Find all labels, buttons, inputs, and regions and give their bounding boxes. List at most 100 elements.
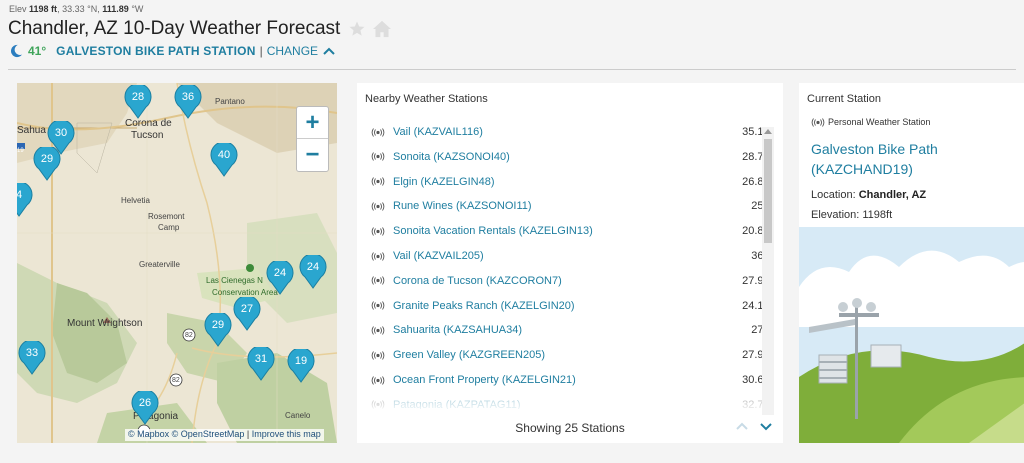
map-shield-19: 19 — [17, 148, 24, 154]
marker-temperature: 33 — [25, 347, 39, 359]
station-name-link[interactable]: Green Valley (KAZGREEN205) — [393, 349, 731, 361]
map-label-tucson: Tucson — [131, 130, 164, 141]
station-marker[interactable]: 4 — [17, 181, 33, 217]
station-name-link[interactable]: Vail (KAZVAIL205) — [393, 250, 731, 262]
station-marker[interactable]: 26 — [131, 389, 159, 425]
marker-temperature: 24 — [273, 267, 287, 279]
scroll-up-arrow[interactable] — [764, 129, 772, 134]
station-name-link[interactable]: Vail (KAZVAIL116) — [393, 126, 731, 138]
list-fade — [357, 393, 775, 413]
station-marker[interactable]: 24 — [266, 259, 294, 295]
page-header: Elev 1198 ft, 33.33 °N, 111.89 °W Chandl… — [0, 0, 1024, 72]
station-name-link[interactable]: Ocean Front Property (KAZELGIN21) — [393, 374, 731, 386]
station-marker[interactable]: 27 — [233, 295, 261, 331]
elevation-value: 1198 ft — [29, 4, 58, 14]
scroll-thumb[interactable] — [764, 139, 772, 243]
signal-icon — [371, 251, 385, 261]
current-station-link[interactable]: Galveston Bike Path (KAZCHAND19) — [811, 139, 991, 179]
zoom-in-button[interactable]: + — [297, 107, 328, 139]
station-name-link[interactable]: Sonoita (KAZSONOI40) — [393, 151, 731, 163]
station-row[interactable]: Granite Peaks Ranch (KAZELGIN20) 24.1 ° — [371, 295, 771, 317]
signal-icon — [371, 127, 385, 137]
station-name-link[interactable]: Sonoita Vacation Rentals (KAZELGIN13) — [393, 225, 731, 237]
station-name-link[interactable]: Rune Wines (KAZSONOI11) — [393, 200, 731, 212]
osm-link[interactable]: © OpenStreetMap — [172, 429, 245, 439]
elevation-label: Elev — [9, 4, 27, 14]
marker-temperature: 4 — [17, 189, 23, 201]
nearby-stations-panel: Nearby Weather Stations Vail (KAZVAIL116… — [357, 83, 783, 443]
elevation-value-panel: 1198ft — [862, 209, 893, 221]
station-marker[interactable]: 31 — [247, 345, 275, 381]
signal-icon — [371, 326, 385, 335]
zoom-out-button[interactable]: − — [297, 139, 328, 171]
map-label-greaterville: Greaterville — [139, 260, 180, 269]
map-label-pantano: Pantano — [215, 97, 245, 106]
improve-map-link[interactable]: Improve this map — [252, 429, 321, 439]
station-list-scrollbar[interactable] — [762, 127, 774, 415]
station-marker[interactable]: 19 — [287, 347, 315, 383]
page-title: Chandler, AZ 10-Day Weather Forecast — [8, 18, 341, 39]
elevation-label-panel: Elevation: — [811, 209, 860, 221]
marker-temperature: 29 — [40, 153, 54, 165]
chevron-up-icon[interactable] — [323, 47, 335, 55]
signal-icon — [371, 177, 385, 186]
mapbox-link[interactable]: © Mapbox — [128, 429, 169, 439]
separator: | — [259, 44, 263, 58]
star-icon[interactable] — [348, 20, 366, 38]
title-row: Chandler, AZ 10-Day Weather Forecast — [8, 18, 392, 40]
map-label-canelo: Canelo — [285, 411, 311, 420]
marker-temperature: 28 — [131, 91, 145, 103]
map-label-corona: Corona de — [125, 118, 172, 129]
home-icon[interactable] — [372, 20, 392, 38]
station-row[interactable]: Corona de Tucson (KAZCORON7) 27.9 ° — [371, 270, 771, 292]
marker-temperature: 30 — [54, 127, 68, 139]
station-marker[interactable]: 28 — [124, 83, 152, 119]
map-label-sahua: Sahua — [17, 125, 46, 136]
station-row[interactable]: Green Valley (KAZGREEN205) 27.9 ° — [371, 344, 771, 366]
station-name-link[interactable]: Granite Peaks Ranch (KAZELGIN20) — [393, 300, 731, 312]
longitude-value: 111.89 — [102, 4, 129, 14]
map-label-camp: Camp — [158, 223, 180, 232]
latitude-value: 33.33 — [62, 4, 85, 14]
marker-temperature: 26 — [138, 397, 152, 409]
station-row[interactable]: Vail (KAZVAIL116) 35.1 ° — [371, 121, 771, 143]
station-list[interactable]: Vail (KAZVAIL116) 35.1 ° Sonoita (KAZSONOI… — [357, 121, 775, 409]
station-row[interactable]: Elgin (KAZELGIN48) 26.8 ° — [371, 171, 771, 193]
map-label-mount-wrightson: Mount Wrightson — [67, 318, 143, 329]
signal-icon — [371, 375, 385, 385]
current-station-name: GALVESTON BIKE PATH STATION — [56, 44, 256, 58]
current-temperature: 41° — [28, 44, 47, 58]
station-name-link[interactable]: Corona de Tucson (KAZCORON7) — [393, 275, 731, 287]
marker-temperature: 27 — [240, 303, 254, 315]
station-row[interactable]: Vail (KAZVAIL205)36 ° — [371, 245, 771, 267]
elevation-coordinates: Elev 1198 ft, 33.33 °N, 111.89 °W — [9, 4, 144, 14]
station-name-link[interactable]: Sahuarita (KAZSAHUA34) — [393, 324, 731, 336]
station-map[interactable]: Pantano Sahua Corona de Tucson Helvetia … — [17, 83, 337, 443]
station-name-link[interactable]: Elgin (KAZELGIN48) — [393, 176, 731, 188]
station-row[interactable]: Rune Wines (KAZSONOI11)25 ° — [371, 195, 771, 217]
header-divider — [8, 69, 1016, 70]
moon-icon — [10, 44, 23, 58]
change-station-link[interactable]: CHANGE — [267, 44, 318, 58]
nearby-stations-title: Nearby Weather Stations — [365, 93, 488, 105]
station-row[interactable]: Sahuarita (KAZSAHUA34)27 ° — [371, 319, 771, 341]
current-station-panel: Current Station Personal Weather Station… — [799, 83, 1024, 443]
station-marker[interactable]: 29 — [204, 311, 232, 347]
map-label-rosemont: Rosemont — [148, 212, 185, 221]
marker-temperature: 29 — [211, 319, 225, 331]
map-shield-82-south: 82 — [172, 377, 180, 384]
station-row[interactable]: Sonoita Vacation Rentals (KAZELGIN13) 20.… — [371, 220, 771, 242]
station-marker[interactable]: 33 — [18, 339, 46, 375]
station-marker[interactable]: 24 — [299, 253, 327, 289]
station-row[interactable]: Ocean Front Property (KAZELGIN21) 30.6 ° — [371, 369, 771, 391]
map-shield-82-north: 82 — [185, 332, 193, 339]
station-row[interactable]: Sonoita (KAZSONOI40) 28.7 ° — [371, 146, 771, 168]
station-marker[interactable]: 29 — [33, 145, 61, 181]
page-down-icon[interactable] — [759, 419, 773, 433]
station-subheader: 41° GALVESTON BIKE PATH STATION | CHANGE — [9, 44, 335, 58]
page-up-icon[interactable] — [735, 419, 749, 433]
station-marker[interactable]: 36 — [174, 83, 202, 119]
current-location: Location: Chandler, AZ — [811, 189, 926, 201]
marker-temperature: 36 — [181, 91, 195, 103]
station-marker[interactable]: 40 — [210, 141, 238, 177]
